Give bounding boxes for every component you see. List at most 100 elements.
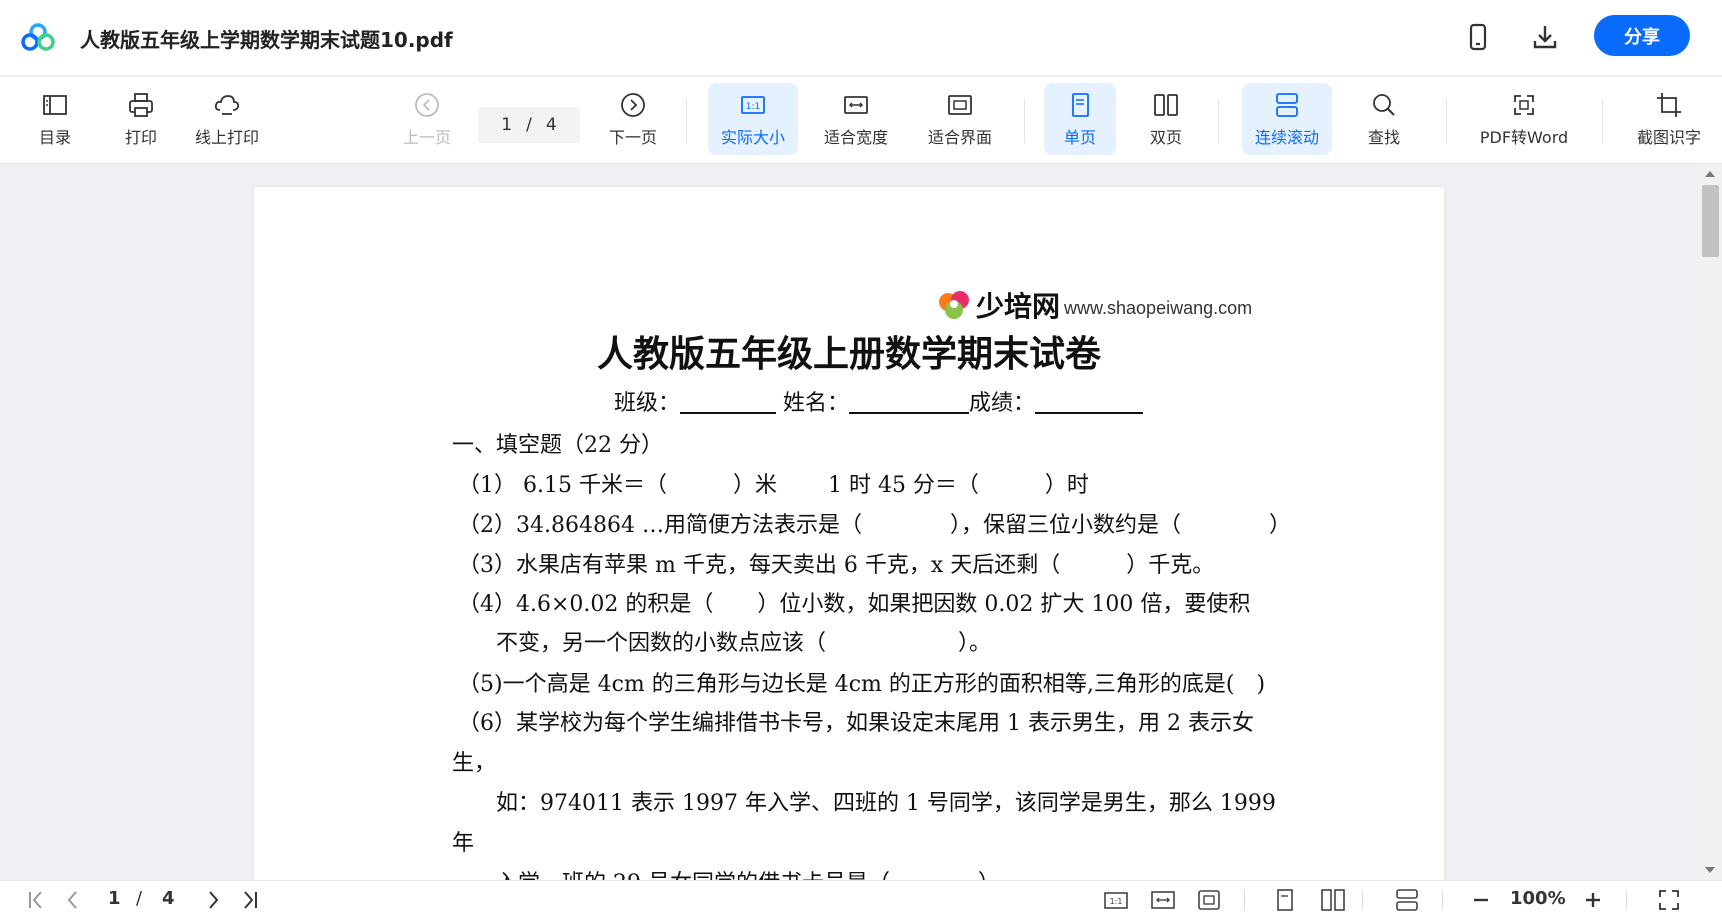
scroll-down-arrow-icon[interactable] bbox=[1705, 867, 1715, 873]
print-label: 打印 bbox=[124, 128, 157, 147]
continuous-scroll-small-icon[interactable] bbox=[1394, 887, 1420, 913]
crop-icon bbox=[1657, 93, 1681, 117]
total-pages: 4 bbox=[545, 115, 557, 135]
scrollbar-thumb[interactable] bbox=[1702, 185, 1719, 257]
toolbar: 目录 打印 线上打印 上一页 1 / 4 下一页 1:1 实际大小 适合宽度 适… bbox=[0, 77, 1722, 164]
actual-size-icon: 1:1 bbox=[741, 96, 765, 114]
actual-size-small-icon[interactable]: 1:1 bbox=[1103, 887, 1129, 913]
double-page-icon bbox=[1154, 94, 1178, 116]
fit-page-button[interactable]: 适合界面 bbox=[918, 83, 1002, 155]
question-line: （1） 6.15 千米＝（ ）米 1 时 45 分＝（ ）时 bbox=[458, 473, 1089, 498]
next-page-icon[interactable] bbox=[200, 887, 226, 913]
fit-width-label: 适合宽度 bbox=[823, 128, 888, 147]
last-page-icon[interactable] bbox=[236, 887, 262, 913]
pdf-page: 少培网 www.shaopeiwang.com 人教版五年级上册数学期末试卷 班… bbox=[254, 187, 1444, 880]
question-line: （4）4.6×0.02 的积是（ ）位小数，如果把因数 0.02 扩大 100 … bbox=[458, 592, 1251, 617]
prev-page-label: 上一页 bbox=[402, 128, 451, 147]
fullscreen-icon[interactable] bbox=[1656, 887, 1682, 913]
single-page-small-icon[interactable] bbox=[1272, 887, 1298, 913]
page-separator: / bbox=[526, 115, 532, 135]
single-page-button[interactable]: 单页 bbox=[1044, 83, 1116, 155]
online-print-button[interactable]: 线上打印 bbox=[188, 83, 266, 155]
status-current-page[interactable]: 1 bbox=[108, 888, 121, 909]
actual-size-label: 实际大小 bbox=[720, 128, 785, 147]
fit-width-small-icon[interactable] bbox=[1150, 887, 1176, 913]
continuous-scroll-icon bbox=[1276, 93, 1298, 117]
watermark: 少培网 www.shaopeiwang.com bbox=[936, 285, 1252, 325]
file-title: 人教版五年级上学期数学期末试题10.pdf bbox=[80, 28, 453, 52]
app-logo-icon bbox=[21, 23, 55, 51]
pdf-to-word-label: PDF转Word bbox=[1479, 128, 1569, 147]
question-line: 不变，另一个因数的小数点应该（ ）。 bbox=[474, 631, 992, 656]
toc-button[interactable]: 目录 bbox=[28, 83, 82, 155]
title-bar: 人教版五年级上学期数学期末试题10.pdf 分享 bbox=[0, 0, 1722, 76]
class-label: 班级： bbox=[614, 391, 681, 416]
chevron-right-circle-icon bbox=[621, 93, 645, 117]
class-blank bbox=[680, 392, 777, 414]
share-button[interactable]: 分享 bbox=[1594, 15, 1690, 56]
fit-page-label: 适合界面 bbox=[927, 128, 992, 147]
svg-text:1:1: 1:1 bbox=[1110, 897, 1123, 906]
double-page-button[interactable]: 双页 bbox=[1136, 83, 1196, 155]
document-viewer[interactable]: 少培网 www.shaopeiwang.com 人教版五年级上册数学期末试卷 班… bbox=[0, 165, 1722, 880]
next-page-button[interactable]: 下一页 bbox=[604, 83, 662, 155]
double-page-small-icon[interactable] bbox=[1320, 887, 1346, 913]
watermark-url: www.shaopeiwang.com bbox=[1064, 297, 1253, 318]
find-label: 查找 bbox=[1367, 128, 1400, 147]
divider bbox=[1442, 890, 1443, 910]
zoom-in-icon[interactable] bbox=[1580, 887, 1606, 913]
prev-page-button[interactable]: 上一页 bbox=[398, 83, 456, 155]
page-number-input[interactable]: 1 / 4 bbox=[478, 107, 580, 143]
question-line: 年 bbox=[452, 831, 475, 856]
fit-width-button[interactable]: 适合宽度 bbox=[814, 83, 898, 155]
fit-width-icon bbox=[844, 96, 868, 114]
current-page: 1 bbox=[501, 115, 513, 135]
question-line: 入学一班的 29 号女同学的借书卡号是（ ） bbox=[474, 865, 1000, 880]
question-line: 生， bbox=[452, 751, 497, 776]
zoom-level[interactable]: 100% bbox=[1510, 888, 1566, 909]
divider bbox=[1024, 99, 1025, 143]
question-line: （2）34.864864 …用简便方法表示是（ ），保留三位小数约是（ ） bbox=[458, 513, 1291, 538]
convert-icon bbox=[1514, 95, 1534, 115]
status-page-separator: / bbox=[136, 888, 143, 909]
question-line: （6）某学校为每个学生编排借书卡号，如果设定末尾用 1 表示男生，用 2 表示女 bbox=[458, 711, 1254, 736]
divider bbox=[686, 99, 687, 143]
first-page-icon[interactable] bbox=[24, 887, 50, 913]
printer-icon bbox=[129, 93, 153, 117]
double-page-label: 双页 bbox=[1149, 128, 1182, 147]
find-button[interactable]: 查找 bbox=[1356, 83, 1412, 155]
fit-page-small-icon[interactable] bbox=[1196, 887, 1222, 913]
mobile-icon[interactable] bbox=[1463, 22, 1493, 52]
actual-size-button[interactable]: 1:1 实际大小 bbox=[708, 83, 798, 155]
ocr-label: 截图识字 bbox=[1636, 128, 1701, 147]
download-icon[interactable] bbox=[1530, 22, 1560, 52]
fit-page-icon bbox=[948, 95, 972, 115]
question-line: 如：974011 表示 1997 年入学、四班的 1 号同学，该同学是男生，那么… bbox=[474, 791, 1276, 816]
question-line: （5)一个高是 4cm 的三角形与边长是 4cm 的正方形的面积相等,三角形的底… bbox=[458, 672, 1266, 697]
chevron-left-circle-icon bbox=[415, 93, 439, 117]
watermark-cn: 少培网 bbox=[976, 290, 1061, 323]
divider bbox=[1362, 890, 1363, 910]
flower-logo-icon bbox=[939, 291, 969, 319]
question-line: （3）水果店有苹果 m 千克，每天卖出 6 千克，x 天后还剩（ ）千克。 bbox=[458, 553, 1215, 578]
next-page-label: 下一页 bbox=[608, 128, 657, 147]
pdf-to-word-button[interactable]: PDF转Word bbox=[1468, 83, 1580, 155]
question-line: 一、填空题（22 分） bbox=[452, 433, 663, 458]
divider bbox=[1602, 99, 1603, 143]
continuous-scroll-label: 连续滚动 bbox=[1254, 128, 1319, 147]
scroll-up-arrow-icon[interactable] bbox=[1705, 171, 1715, 177]
divider bbox=[1626, 890, 1627, 910]
print-button[interactable]: 打印 bbox=[114, 83, 168, 155]
vertical-scrollbar[interactable] bbox=[1698, 165, 1722, 880]
status-total-pages: 4 bbox=[162, 888, 175, 909]
status-bar: 1 / 4 1:1 100% bbox=[0, 880, 1722, 917]
divider bbox=[1244, 890, 1245, 910]
zoom-out-icon[interactable] bbox=[1468, 887, 1494, 913]
svg-text:1:1: 1:1 bbox=[746, 102, 760, 112]
score-blank bbox=[1035, 392, 1144, 414]
single-page-icon bbox=[1072, 93, 1089, 117]
continuous-scroll-button[interactable]: 连续滚动 bbox=[1242, 83, 1332, 155]
ocr-button[interactable]: 截图识字 bbox=[1626, 83, 1712, 155]
prev-page-icon[interactable] bbox=[60, 887, 86, 913]
toc-label: 目录 bbox=[38, 128, 71, 147]
